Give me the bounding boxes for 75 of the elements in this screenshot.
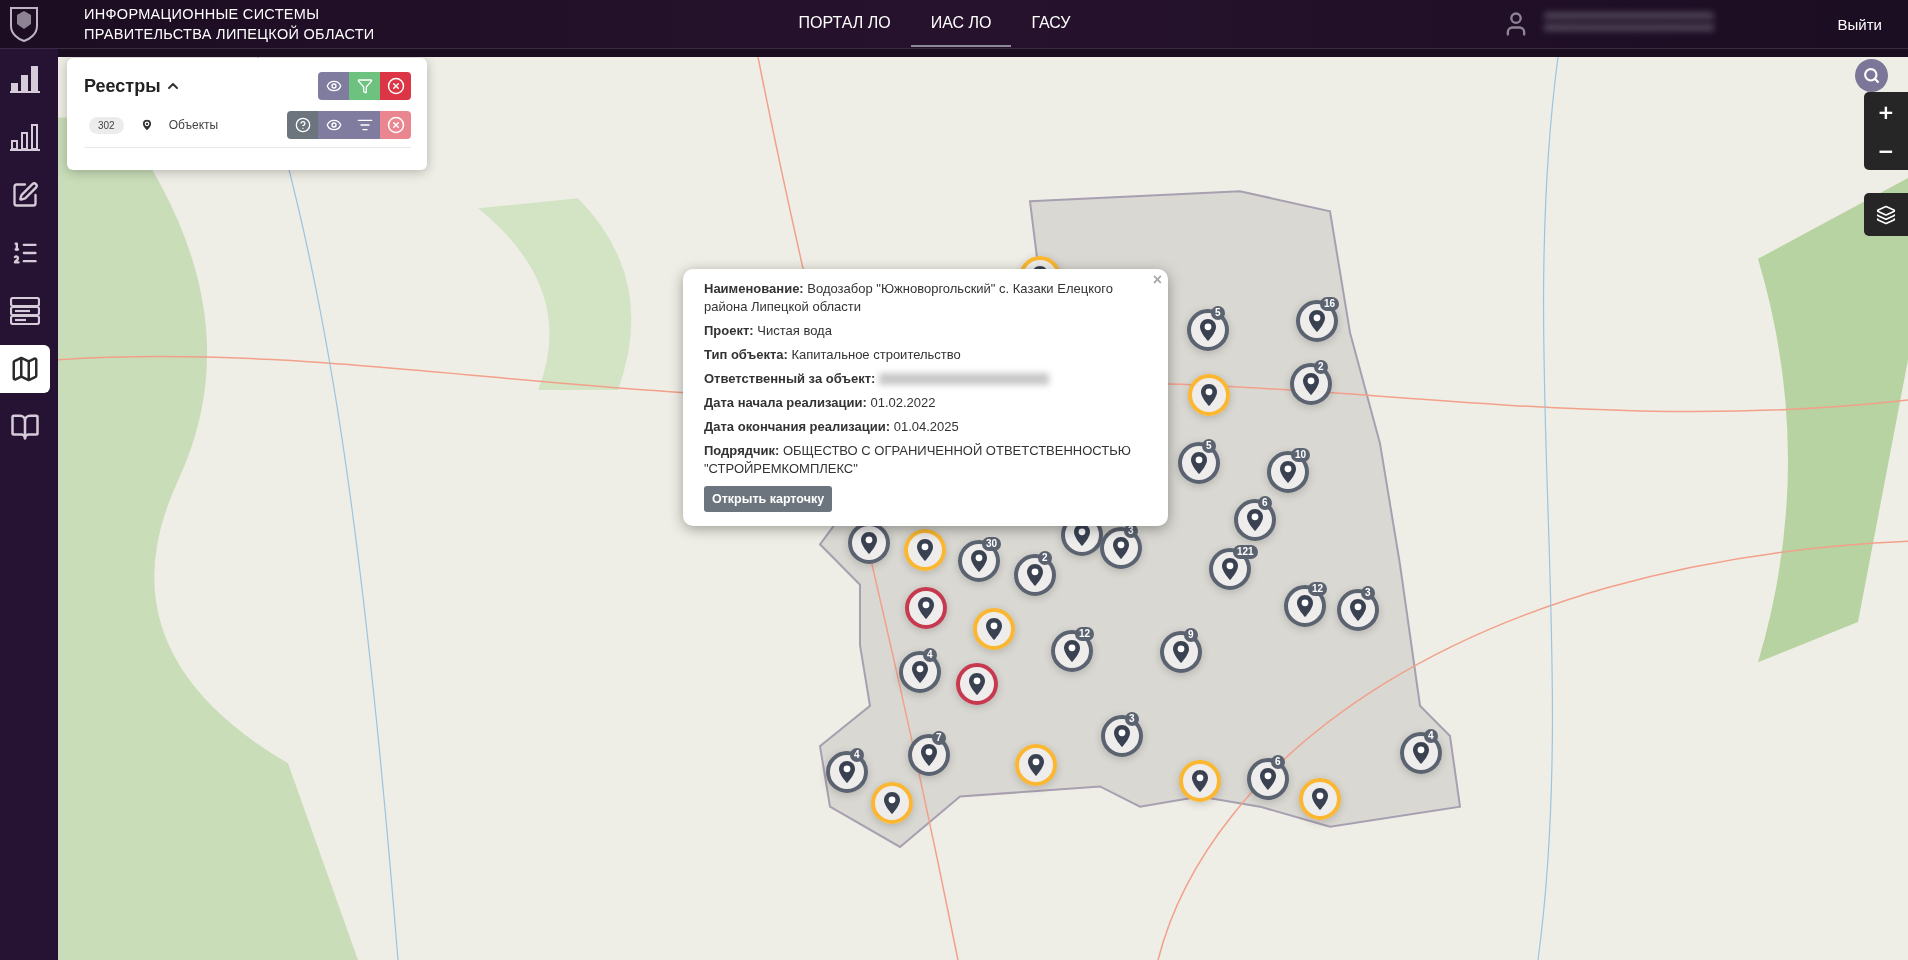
app-title: ИНФОРМАЦИОННЫЕ СИСТЕМЫ — [84, 5, 321, 23]
map-pin-icon — [918, 597, 934, 619]
popup-field: Наименование: Водозабор "Южноворгольский" с. Казаки Елецкого района Липецкой области — [704, 280, 1148, 316]
map-pin-icon — [1201, 384, 1217, 406]
map-pin-icon — [1191, 452, 1207, 474]
map-pin-icon — [1312, 788, 1328, 810]
help-button[interactable] — [287, 111, 318, 139]
layers-icon — [1876, 204, 1896, 225]
close-icon — [386, 116, 405, 134]
zoom-out-button[interactable]: − — [1864, 131, 1908, 170]
book-icon — [10, 412, 40, 442]
map-pin-icon — [1028, 754, 1044, 776]
map-pin-icon — [1297, 595, 1313, 617]
map-pin-icon — [912, 661, 928, 683]
map-pin-icon — [1064, 640, 1080, 662]
filter-lines-icon — [356, 117, 373, 133]
map-pin-icon — [971, 550, 987, 572]
layers-button[interactable] — [1864, 193, 1908, 236]
sidebar-item[interactable] — [0, 345, 50, 393]
server-icon — [10, 297, 40, 325]
map-pin-icon — [1413, 742, 1429, 764]
nav-tab[interactable]: ПОРТАЛ ЛО — [778, 1, 911, 47]
map-pin-icon — [139, 118, 154, 132]
count-badge: 302 — [89, 116, 124, 134]
view-button[interactable] — [318, 72, 349, 100]
map-pin-icon — [1173, 641, 1189, 663]
map-pin-icon — [861, 532, 877, 554]
map-pin-icon — [1114, 725, 1130, 747]
close-icon — [386, 77, 405, 95]
panel-title: Реестры — [84, 75, 161, 97]
marker-count: 121 — [1233, 545, 1258, 559]
map-pin-icon — [986, 618, 1002, 640]
map-pin-icon — [1260, 768, 1276, 790]
map-pin-icon — [969, 673, 985, 695]
bar-chart-icon — [10, 123, 40, 151]
popup-field: Дата окончания реализации: 01.04.2025 — [704, 418, 959, 436]
emblem-logo — [8, 5, 40, 43]
popup-field: Проект: Чистая вода — [704, 322, 832, 340]
nav-tab[interactable]: ИАС ЛО — [910, 1, 1012, 47]
popup-field: Подрядчик: ОБЩЕСТВО С ОГРАНИЧЕННОЙ ОТВЕТСТВЕННОСТЬЮ "СТРОЙРЕМКОМПЛЕКС" — [704, 442, 1148, 478]
edit-icon — [11, 181, 39, 209]
map-pin-icon — [839, 761, 855, 783]
view-button[interactable] — [318, 111, 349, 139]
map-pin-icon — [884, 792, 900, 814]
map-pin-icon — [1350, 599, 1366, 621]
map-pin-icon — [1027, 564, 1043, 586]
registry-label[interactable]: Объекты — [168, 118, 219, 132]
close-button[interactable] — [380, 72, 411, 100]
map-pin-icon — [1192, 770, 1208, 792]
zoom-in-button[interactable]: + — [1864, 92, 1908, 131]
app-title: ПРАВИТЕЛЬСТВА ЛИПЕЦКОЙ ОБЛАСТИ — [84, 25, 375, 43]
map-pin-icon — [1247, 509, 1263, 531]
open-card-button[interactable]: Открыть карточку — [704, 486, 833, 512]
map-pin-icon — [1303, 373, 1319, 395]
eye-icon — [325, 117, 342, 133]
map-pin-icon — [1309, 310, 1325, 332]
popup-field: Ответственный за объект: — [704, 370, 876, 388]
map-pin-icon — [1200, 319, 1216, 341]
close-button[interactable] — [380, 111, 411, 139]
map-pin-icon — [917, 539, 933, 561]
logout-link[interactable]: Выйти — [1837, 15, 1882, 33]
popup-field: Дата начала реализации: 01.02.2022 — [704, 394, 936, 412]
nav-tab[interactable]: ГАСУ — [1011, 1, 1091, 47]
map-pin-icon — [1222, 558, 1238, 580]
map-icon — [10, 354, 40, 384]
map-pin-icon — [921, 744, 937, 766]
map-pin-icon — [1113, 537, 1129, 559]
search-icon — [1863, 67, 1880, 84]
popup-field: Тип объекта: Капитальное строительство — [704, 346, 961, 364]
help-icon — [294, 117, 311, 133]
map-pin-icon — [1280, 461, 1296, 483]
eye-icon — [325, 78, 342, 94]
sort-filter-button[interactable] — [349, 111, 380, 139]
filter-icon — [356, 78, 373, 94]
bar-chart-icon — [10, 65, 40, 93]
